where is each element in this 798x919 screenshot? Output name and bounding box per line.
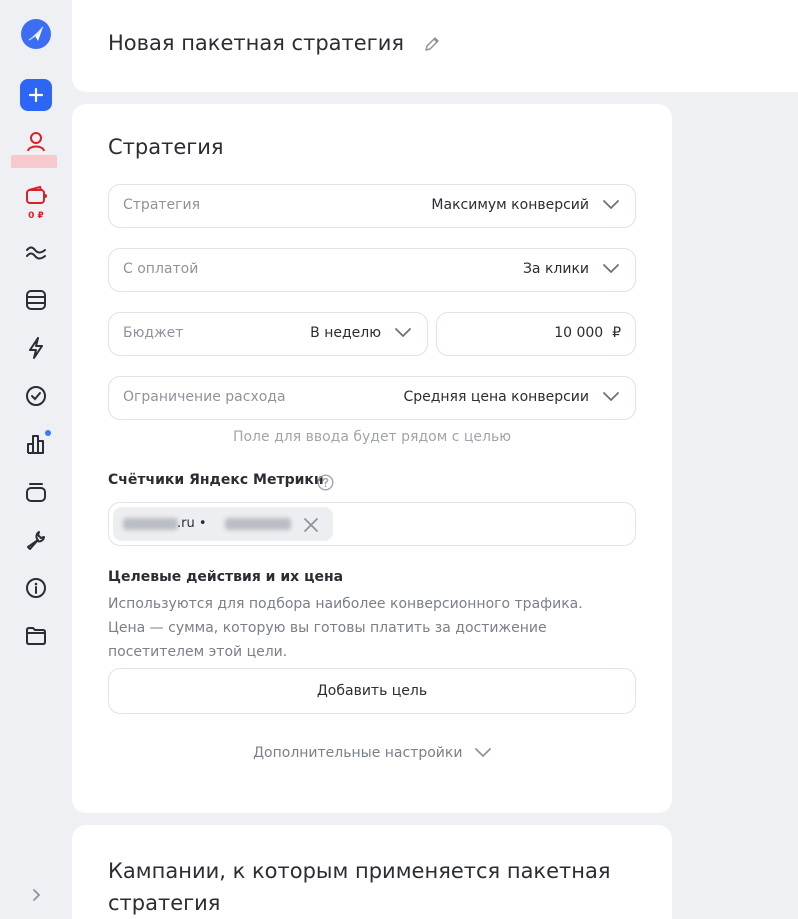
check-circle-icon[interactable]	[18, 378, 54, 414]
waves-icon[interactable]	[18, 234, 54, 270]
metrika-counter-chip: .ru •	[113, 507, 333, 541]
plus-icon	[28, 87, 44, 103]
sidebar: 0 ₽	[0, 0, 72, 919]
chevron-down-icon	[603, 264, 619, 274]
field-value: За клики	[522, 261, 589, 277]
redacted-domain	[123, 518, 178, 530]
strategy-card: Стратегия Стратегия Максимум конверсий С…	[72, 104, 672, 813]
folder-icon[interactable]	[18, 618, 54, 654]
budget-period-select[interactable]: Бюджет В неделю	[108, 312, 428, 356]
field-value: В неделю	[310, 325, 381, 341]
wrench-icon[interactable]	[18, 522, 54, 558]
create-button[interactable]	[20, 79, 52, 111]
metrika-counters-input[interactable]: .ru •	[108, 502, 636, 546]
page-title: Новая пакетная стратегия	[108, 31, 404, 55]
field-label: С оплатой	[123, 261, 199, 277]
campaigns-title: Кампании, к которым применяется пакетная…	[108, 859, 611, 915]
field-label: Ограничение расхода	[123, 389, 286, 405]
budget-amount-input[interactable]: 10 000 ₽	[436, 312, 636, 356]
field-label: Бюджет	[123, 325, 184, 341]
wallet-balance: 0 ₽	[28, 211, 44, 221]
goals-title: Целевые действия и их цена	[108, 569, 344, 585]
metrika-label: Счётчики Яндекс Метрики	[108, 472, 324, 488]
payment-select[interactable]: С оплатой За клики	[108, 248, 636, 292]
info-icon[interactable]	[18, 570, 54, 606]
field-label: Стратегия	[123, 197, 201, 213]
redacted-counter-id	[225, 518, 291, 530]
more-settings-label: Дополнительные настройки	[253, 745, 463, 761]
layers-icon[interactable]	[18, 474, 54, 510]
username-redacted	[11, 155, 57, 168]
field-value: Максимум конверсий	[431, 197, 589, 213]
notification-dot	[45, 430, 51, 436]
database-icon[interactable]	[18, 282, 54, 318]
wallet-icon[interactable]	[18, 177, 54, 213]
more-settings-toggle[interactable]: Дополнительные настройки	[72, 745, 672, 761]
chevron-down-icon	[395, 328, 411, 338]
chevron-down-icon	[475, 748, 491, 758]
chevron-down-icon	[603, 200, 619, 210]
logo-icon[interactable]	[18, 16, 54, 52]
spend-limit-select[interactable]: Ограничение расхода Средняя цена конверс…	[108, 376, 636, 420]
chevron-right-icon[interactable]	[18, 877, 54, 913]
chevron-down-icon	[603, 392, 619, 402]
goals-description: Используются для подбора наиболее конвер…	[108, 596, 583, 660]
field-value: Средняя цена конверсии	[403, 389, 589, 405]
hint-text: Поле для ввода будет рядом с целью	[232, 429, 512, 445]
lightning-icon[interactable]	[18, 330, 54, 366]
section-title: Стратегия	[108, 135, 224, 159]
budget-amount-value: 10 000 ₽	[554, 325, 621, 341]
pencil-icon[interactable]	[424, 36, 440, 56]
chip-label: .ru •	[177, 516, 207, 531]
close-icon[interactable]	[303, 517, 319, 537]
campaigns-card: Кампании, к которым применяется пакетная…	[72, 825, 672, 919]
question-icon[interactable]	[317, 474, 334, 495]
strategy-select[interactable]: Стратегия Максимум конверсий	[108, 184, 636, 228]
add-goal-button[interactable]: Добавить цель	[108, 668, 636, 714]
header-card: Новая пакетная стратегия	[72, 0, 798, 92]
